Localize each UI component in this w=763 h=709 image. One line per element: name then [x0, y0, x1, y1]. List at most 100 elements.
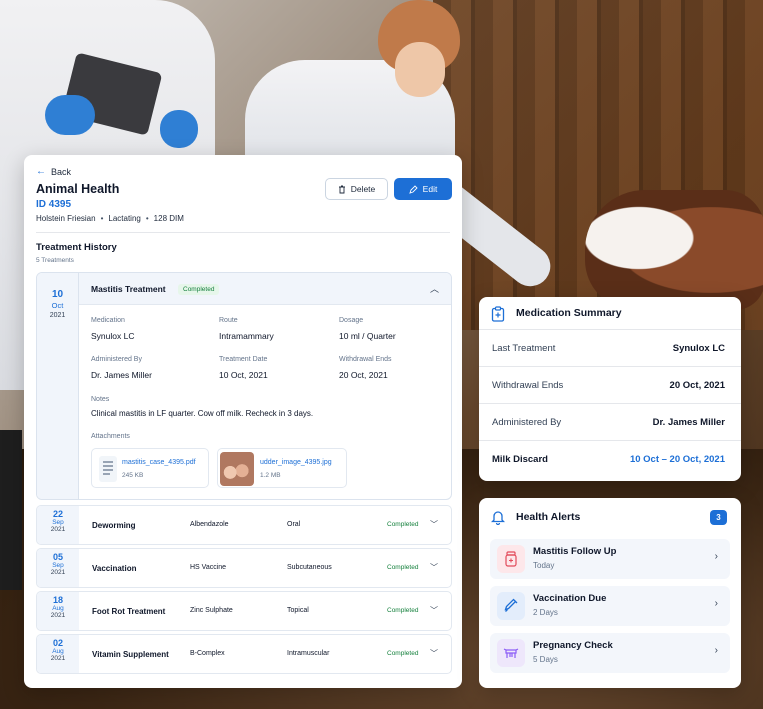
medication-value: Synulox LC [91, 331, 135, 341]
treatment-route: Oral [287, 521, 301, 528]
treatment-status: Completed [387, 564, 419, 571]
arrow-left-icon: ← [36, 166, 46, 177]
treatment-medication: Zinc Sulphate [190, 607, 233, 614]
animal-id: ID 4395 [36, 199, 72, 210]
image-thumbnail [220, 452, 254, 486]
withdrawal-value: 20 Oct, 2021 [339, 370, 388, 380]
chevron-right-icon[interactable]: › [715, 645, 718, 656]
animal-health-card: ← Back Animal Health ID 4395 Holstein Fr… [24, 155, 462, 688]
alert-item[interactable]: Mastitis Follow Up Today › [490, 539, 730, 579]
delete-label: Delete [350, 184, 376, 194]
treatment-name: Mastitis Treatment [91, 284, 166, 294]
attachments-label: Attachments [91, 433, 130, 440]
treatment-medication: Albendazole [190, 521, 229, 528]
edit-button[interactable]: Edit [394, 178, 452, 200]
alert-count-badge: 3 [710, 510, 727, 525]
card-header: Health Alerts 3 [479, 498, 741, 536]
animal-meta: Holstein Friesian • Lactating • 128 DIM [36, 214, 184, 223]
dosage-label: Dosage [339, 317, 364, 324]
date-day: 10 [51, 289, 64, 300]
treatment-status: Completed [387, 650, 419, 657]
medication-summary-card: Medication Summary Last Treatment Synulo… [479, 297, 741, 481]
summary-row: Administered By Dr. James Miller [479, 404, 741, 441]
chevron-up-icon[interactable]: ︿ [430, 282, 439, 295]
back-link[interactable]: ← Back [36, 166, 71, 177]
trash-icon [338, 185, 345, 193]
chevron-right-icon[interactable]: › [715, 551, 718, 562]
treatment-date-block: 22 Sep 2021 [37, 506, 79, 544]
treatment-date-value: 10 Oct, 2021 [219, 370, 268, 380]
date-year: 2021 [50, 612, 66, 619]
treatment-name: Vaccination [92, 564, 137, 573]
clipboard-icon [491, 306, 505, 322]
treatment-name: Vitamin Supplement [92, 650, 169, 659]
treatment-history-title: Treatment History [36, 242, 117, 253]
date-year: 2021 [49, 312, 66, 319]
date-day: 02 [52, 638, 63, 648]
withdrawal-label: Withdrawal Ends [339, 356, 392, 363]
treatment-status: Completed [387, 521, 419, 528]
attachment-size: 1.2 MB [260, 472, 281, 479]
delete-button[interactable]: Delete [325, 178, 388, 200]
attachment-pdf[interactable]: mastitis_case_4395.pdf 245 KB [91, 448, 209, 488]
notes-text: Clinical mastitis in LF quarter. Cow off… [91, 409, 314, 418]
treatment-medication: B-Complex [190, 650, 225, 657]
summary-label: Milk Discard [492, 454, 548, 465]
date-month: Sep [52, 562, 64, 569]
alert-subtitle: Today [533, 561, 555, 570]
syringe-icon [497, 592, 525, 620]
treatment-row[interactable]: 05 Sep 2021 Vaccination HS Vaccine Subcu… [36, 548, 452, 588]
chevron-down-icon[interactable]: ﹀ [430, 519, 438, 530]
summary-value: 20 Oct, 2021 [669, 380, 725, 391]
bell-icon [491, 511, 505, 525]
cow-icon [497, 639, 525, 667]
chevron-down-icon[interactable]: ﹀ [430, 562, 438, 573]
health-alerts-card: Health Alerts 3 Mastitis Follow Up Today… [479, 498, 741, 688]
date-month: Aug [52, 605, 64, 612]
chevron-right-icon[interactable]: › [715, 598, 718, 609]
medication-label: Medication [91, 317, 125, 324]
alert-item[interactable]: Pregnancy Check 5 Days › [490, 633, 730, 673]
route-value: Intramammary [219, 331, 274, 341]
divider [36, 232, 450, 233]
treatment-row[interactable]: 22 Sep 2021 Deworming Albendazole Oral C… [36, 505, 452, 545]
chevron-down-icon[interactable]: ﹀ [430, 648, 438, 659]
alert-subtitle: 5 Days [533, 655, 558, 664]
route-label: Route [219, 317, 238, 324]
date-month: Oct [51, 301, 64, 310]
summary-value: Synulox LC [672, 343, 725, 354]
attachment-image[interactable]: udder_image_4395.jpg 1.2 MB [217, 448, 347, 488]
alert-item[interactable]: Vaccination Due 2 Days › [490, 586, 730, 626]
card-header: Medication Summary [479, 297, 741, 330]
treatment-status: Completed [387, 607, 419, 614]
treatment-name: Foot Rot Treatment [92, 607, 166, 616]
attachment-name: udder_image_4395.jpg [260, 459, 332, 466]
summary-label: Last Treatment [492, 343, 556, 354]
alert-title: Pregnancy Check [533, 640, 613, 651]
edit-label: Edit [422, 184, 438, 194]
treatment-medication: HS Vaccine [190, 564, 227, 571]
card-title: Medication Summary [516, 307, 622, 319]
date-day: 05 [52, 552, 63, 562]
summary-label: Withdrawal Ends [492, 380, 564, 391]
pencil-icon [408, 184, 418, 194]
chevron-down-icon[interactable]: ﹀ [430, 605, 438, 616]
administered-value: Dr. James Miller [91, 370, 152, 380]
attachment-name: mastitis_case_4395.pdf [122, 459, 196, 466]
treatment-count: 5 Treatments [36, 257, 74, 264]
treatment-route: Topical [287, 607, 309, 614]
treatment-expanded: 10 Oct 2021 Mastitis Treatment Completed… [36, 272, 452, 500]
date-year: 2021 [50, 655, 66, 662]
summary-value: Dr. James Miller [652, 417, 725, 428]
treatment-header[interactable]: Mastitis Treatment Completed ︿ [79, 273, 451, 305]
dosage-value: 10 ml / Quarter [339, 331, 396, 341]
treatment-route: Subcutaneous [287, 564, 332, 571]
page-title: Animal Health [36, 182, 120, 196]
notes-label: Notes [91, 396, 110, 403]
treatment-row[interactable]: 18 Aug 2021 Foot Rot Treatment Zinc Sulp… [36, 591, 452, 631]
medicine-bottle-icon [497, 545, 525, 573]
days-in-milk: 128 DIM [153, 214, 184, 223]
treatment-row[interactable]: 02 Aug 2021 Vitamin Supplement B-Complex… [36, 634, 452, 674]
treatment-date-block: 02 Aug 2021 [37, 635, 79, 673]
treatment-name: Deworming [92, 521, 136, 530]
